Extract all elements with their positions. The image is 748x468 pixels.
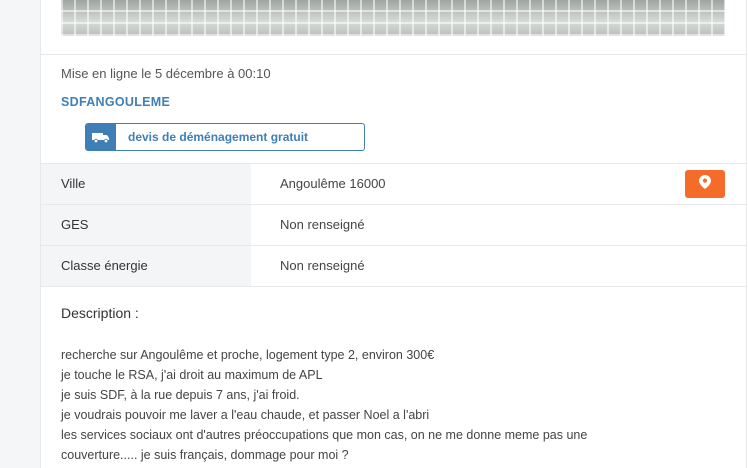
attribute-key: Classe énergie (41, 246, 251, 286)
attribute-value: Non renseigné (280, 217, 365, 232)
moving-quote-button[interactable]: devis de déménagement gratuit (85, 123, 365, 151)
page-background-strip (0, 0, 40, 468)
description-line: je touche le RSA, j'ai droit au maximum … (61, 368, 323, 382)
description-title: Description : (61, 305, 139, 321)
attribute-row-city: Ville Angoulême 16000 (41, 163, 746, 204)
seller-name-link[interactable]: SDFANGOULEME (61, 95, 170, 109)
description-body: recherche sur Angoulême et proche, logem… (61, 345, 721, 465)
attribute-row-ges: GES Non renseigné (41, 204, 746, 245)
attribute-row-energy-class: Classe énergie Non renseigné (41, 245, 746, 287)
description-line: je suis SDF, à la rue depuis 7 ans, j'ai… (61, 388, 300, 402)
attribute-value: Angoulême 16000 (280, 176, 386, 191)
attribute-key: GES (41, 205, 251, 245)
description-line: couverture..... je suis français, dommag… (61, 448, 349, 462)
description-line: recherche sur Angoulême et proche, logem… (61, 348, 435, 362)
attribute-value: Non renseigné (280, 258, 365, 273)
description-line: je voudrais pouvoir me laver a l'eau cha… (61, 408, 430, 422)
posted-date: Mise en ligne le 5 décembre à 00:10 (61, 66, 271, 81)
truck-icon (86, 124, 116, 150)
moving-quote-label: devis de déménagement gratuit (128, 130, 309, 144)
listing-card: Mise en ligne le 5 décembre à 00:10 SDFA… (40, 0, 747, 468)
map-pin-icon (699, 174, 711, 194)
attributes-table: Ville Angoulême 16000 GES Non renseigné … (41, 163, 746, 287)
map-button[interactable] (685, 170, 725, 198)
divider (41, 54, 746, 55)
listing-photo[interactable] (61, 0, 725, 36)
description-line: les services sociaux ont d'autres préocc… (61, 428, 588, 442)
attribute-key: Ville (41, 164, 251, 204)
